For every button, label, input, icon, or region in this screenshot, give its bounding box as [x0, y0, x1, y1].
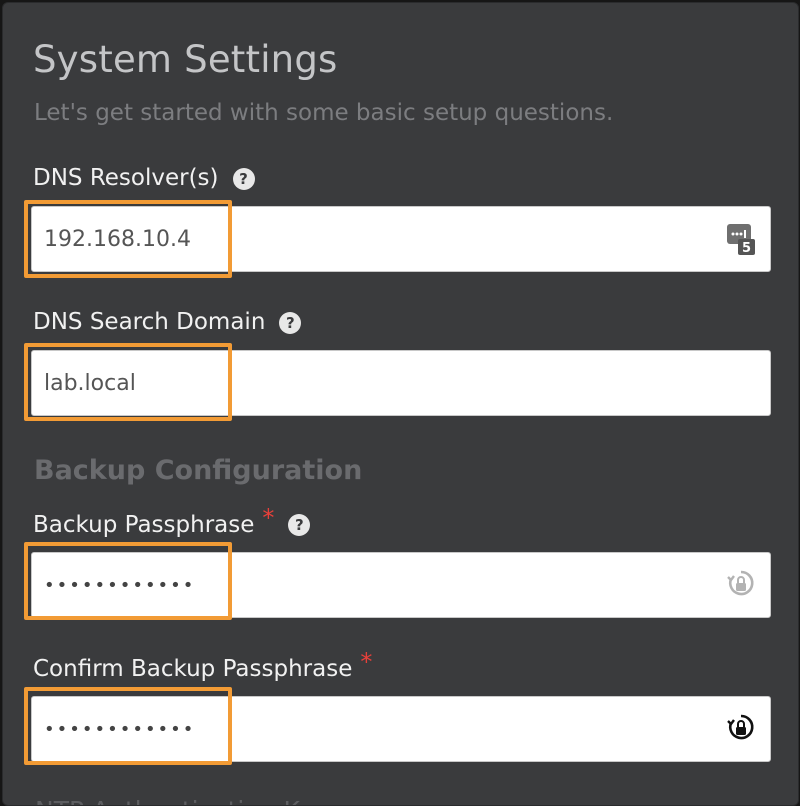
page-subtitle: Let's get started with some basic setup …	[34, 100, 614, 126]
confirm-backup-passphrase-label: Confirm Backup Passphrase	[33, 655, 353, 682]
dns-resolvers-field[interactable]: 5	[31, 206, 771, 272]
ntp-authentication-heading: NTP Authentication Key	[35, 798, 329, 805]
dns-search-domain-label: DNS Search Domain	[33, 309, 266, 335]
dns-search-domain-field[interactable]	[31, 350, 771, 416]
backup-passphrase-label: Backup Passphrase	[33, 511, 255, 538]
help-icon[interactable]: ?	[288, 514, 311, 536]
backup-passphrase-input[interactable]	[44, 553, 704, 617]
backup-passphrase-field[interactable]	[31, 552, 771, 618]
password-count-badge: 5	[742, 241, 751, 256]
dns-search-domain-input[interactable]	[44, 351, 704, 415]
system-settings-panel: System Settings Let's get started with s…	[2, 2, 799, 806]
help-icon[interactable]: ?	[232, 167, 255, 190]
dns-resolvers-label: DNS Resolver(s)	[33, 165, 219, 191]
required-asterisk: *	[360, 648, 373, 676]
lock-refresh-icon[interactable]	[726, 712, 756, 746]
confirm-backup-passphrase-field[interactable]	[31, 696, 771, 762]
backup-configuration-heading: Backup Configuration	[34, 455, 363, 486]
password-manager-icon[interactable]: 5	[726, 222, 756, 256]
page-title: System Settings	[33, 38, 338, 81]
backup-passphrase-label-row: Backup Passphrase * ?	[33, 506, 311, 538]
confirm-backup-passphrase-input[interactable]	[44, 697, 704, 761]
dns-resolvers-label-row: DNS Resolver(s) ?	[33, 167, 255, 190]
required-asterisk: *	[262, 504, 275, 532]
lock-refresh-icon[interactable]	[726, 568, 756, 602]
confirm-backup-passphrase-label-row: Confirm Backup Passphrase *	[33, 650, 372, 682]
help-icon[interactable]: ?	[279, 311, 302, 334]
dns-resolvers-input[interactable]	[44, 207, 704, 271]
dns-search-domain-label-row: DNS Search Domain ?	[33, 309, 302, 335]
